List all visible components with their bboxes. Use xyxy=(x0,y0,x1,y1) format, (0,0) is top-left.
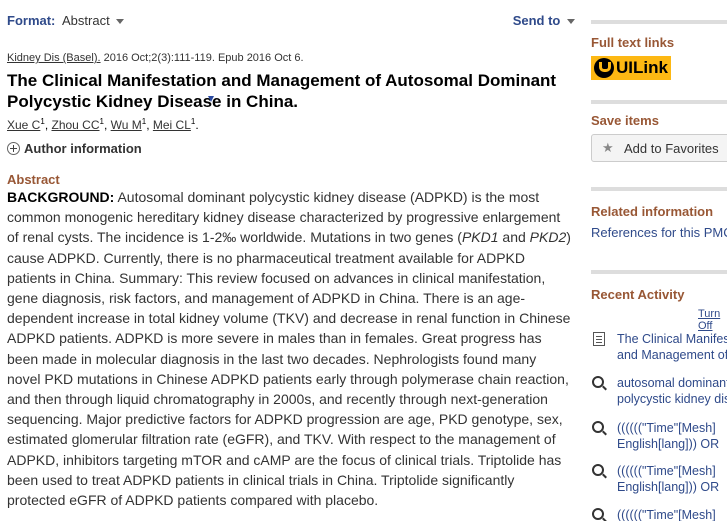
uilink-label: UILink xyxy=(616,58,668,77)
format-selector[interactable]: Format: Abstract xyxy=(7,13,125,28)
format-bar: Format: Abstract Send to xyxy=(7,13,575,33)
section-divider xyxy=(591,100,727,104)
star-icon: ★ xyxy=(602,140,614,155)
citation: Kidney Dis (Basel). 2016 Oct;2(3):111-11… xyxy=(7,52,304,64)
recent-item-line[interactable]: autosomal dominant xyxy=(617,375,727,391)
citation-details: 2016 Oct;2(3):111-119. Epub 2016 Oct 6. xyxy=(100,52,304,64)
author-link[interactable]: Zhou CC xyxy=(51,118,99,132)
main-content: Format: Abstract Send to Kidney Dis (Bas… xyxy=(0,0,582,521)
recent-item-line[interactable]: polycystic kidney disease xyxy=(617,391,727,407)
search-icon xyxy=(591,463,607,479)
expand-plus-icon[interactable] xyxy=(7,142,20,155)
uilink-logo-icon xyxy=(594,58,614,78)
affiliation-ref: 1 xyxy=(40,117,45,126)
abstract-segment: and xyxy=(498,229,530,246)
affiliation-ref: 1 xyxy=(99,117,104,126)
add-to-favorites-button[interactable]: ★ Add to Favorites xyxy=(591,134,727,162)
references-link[interactable]: References for this PMC Article xyxy=(591,225,727,240)
uilink-button[interactable]: UILink xyxy=(591,56,671,80)
section-divider xyxy=(591,187,727,191)
mouse-cursor-icon xyxy=(208,96,214,102)
format-label: Format: xyxy=(7,13,56,28)
sidebar: Full text links UILink Save items ★ Add … xyxy=(591,0,727,521)
gene-name: PKD1 xyxy=(461,229,499,246)
search-icon xyxy=(591,375,607,391)
recent-item-line[interactable]: English[lang])) OR xyxy=(617,479,719,495)
recent-item-line[interactable]: (((((("Time"[Mesh] xyxy=(617,507,716,521)
author-info-toggle[interactable]: Author information xyxy=(7,141,142,156)
turn-off-link[interactable]: Turn Off xyxy=(698,308,727,332)
background-label: BACKGROUND: xyxy=(7,189,115,205)
favorites-label: Add to Favorites xyxy=(624,141,719,156)
full-text-heading: Full text links xyxy=(591,35,675,50)
recent-item-line[interactable]: (((((("Time"[Mesh] xyxy=(617,420,719,436)
gene-name: PKD2 xyxy=(529,229,567,246)
search-icon xyxy=(591,420,607,436)
abstract-segment: ) cause ADPKD. Currently, there is no ph… xyxy=(7,229,571,509)
chevron-down-icon[interactable] xyxy=(116,19,125,25)
recent-item-line[interactable]: and Management of xyxy=(617,347,727,363)
author-link[interactable]: Wu M xyxy=(111,118,142,132)
send-to-menu[interactable]: Send to xyxy=(513,13,575,28)
journal-link[interactable]: Kidney Dis (Basel). xyxy=(7,52,101,64)
document-icon xyxy=(591,331,607,347)
send-to-label[interactable]: Send to xyxy=(513,13,561,28)
author-list: Xue C1, Zhou CC1, Wu M1, Mei CL1. xyxy=(7,117,199,132)
recent-activity-heading: Recent Activity xyxy=(591,287,685,302)
chevron-down-icon[interactable] xyxy=(567,19,575,25)
abstract-heading: Abstract xyxy=(7,172,60,187)
author-link[interactable]: Xue C xyxy=(7,118,40,132)
affiliation-ref: 1 xyxy=(141,117,147,126)
affiliation-ref: 1 xyxy=(190,117,196,126)
recent-item-line[interactable]: (((((("Time"[Mesh] xyxy=(617,463,719,479)
format-value[interactable]: Abstract xyxy=(62,13,110,28)
author-link[interactable]: Mei CL xyxy=(153,118,191,132)
section-divider xyxy=(591,20,727,24)
recent-item-line[interactable]: The Clinical Manifestation xyxy=(617,331,727,347)
related-info-heading: Related information xyxy=(591,204,714,219)
section-divider xyxy=(591,270,727,274)
save-items-heading: Save items xyxy=(591,113,659,128)
author-info-label[interactable]: Author information xyxy=(24,141,142,156)
recent-item-line[interactable]: English[lang])) OR xyxy=(617,436,719,452)
abstract-text: BACKGROUND: Autosomal dominant polycysti… xyxy=(7,187,573,510)
search-icon xyxy=(591,507,607,521)
article-title: The Clinical Manifestation and Managemen… xyxy=(7,71,557,111)
